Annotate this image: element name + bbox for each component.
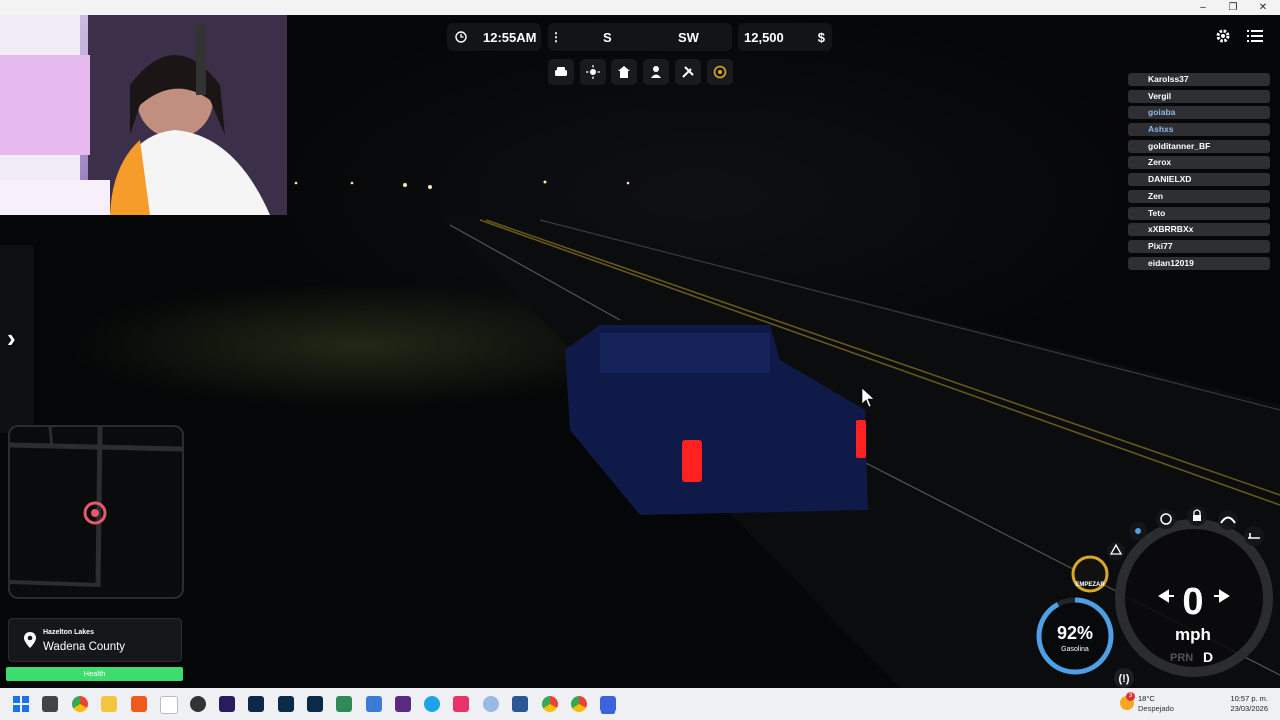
gauge-icon [1218,510,1238,530]
fuel-percent: 92% [1056,623,1094,643]
home-button[interactable] [611,59,637,85]
settings-circle-icon [713,65,727,79]
player-list-item[interactable]: DANIELXD [1128,173,1270,187]
time-display: 12:55AM [447,23,541,51]
player-list-item[interactable]: Zen [1128,189,1270,203]
engine-warning-icon: (!) [1114,668,1134,688]
location-area: Hazelton Lakes [43,629,94,636]
window-titlebar: – ❐ ✕ [0,0,1280,15]
windows-start-icon[interactable] [13,696,29,712]
vehicle-hud: (!) [1036,506,1273,688]
location-panel: Hazelton Lakes Wadena County [8,618,182,662]
app-icon[interactable] [424,696,440,712]
clock-icon [455,31,467,43]
chrome-icon[interactable] [571,696,587,712]
money-amount: 12,500 [744,29,784,45]
player-list-item[interactable]: xXBRRBXx [1128,223,1270,237]
health-bar: Health [6,667,183,681]
player-list-item[interactable]: goiaba [1128,106,1270,120]
svg-text:(!): (!) [1119,673,1130,685]
extra-button[interactable] [707,59,733,85]
close-button[interactable]: ✕ [1248,0,1278,15]
maximize-button[interactable]: ❐ [1218,0,1248,15]
time-text: 12:55AM [483,29,537,45]
lightroom-icon[interactable] [278,696,294,712]
compass-menu-icon: ⋮ [550,30,562,44]
compass-heading: S [603,29,612,45]
app-icon[interactable] [453,696,469,712]
file-explorer-icon[interactable] [101,696,117,712]
task-view-icon[interactable] [42,696,58,712]
side-panel: › [0,245,34,433]
weather-desc[interactable]: Despejado [1138,704,1174,713]
weather-badge: 3 [1126,692,1135,701]
headlight-icon [1129,522,1147,540]
minimap[interactable] [8,425,184,599]
taskbar: 3 18°C Despejado 10:57 p. m. 23/03/2026 [0,688,1280,720]
notepad-icon[interactable] [160,696,178,714]
photoshop-icon[interactable] [248,696,264,712]
clock-date[interactable]: 23/03/2026 [1230,704,1268,713]
player-list-item[interactable]: Vergil [1128,89,1270,103]
game-viewport[interactable]: 12:55AM ⋮ S SW 12,500 $ Karolss37 Vergil… [0,15,1280,688]
location-pin-icon [24,632,36,648]
character-button[interactable] [643,59,669,85]
player-marker-icon [83,501,107,525]
obs-icon[interactable] [190,696,206,712]
weather-temp[interactable]: 18°C [1138,694,1155,703]
weather-button[interactable] [580,59,606,85]
minimize-button[interactable]: – [1188,0,1218,15]
lock-icon [1187,506,1207,526]
compass-bar: ⋮ S SW [548,23,732,51]
gear-icon [1216,29,1230,43]
currency-icon: $ [817,29,825,45]
brave-icon[interactable] [131,696,147,712]
player-list: Karolss37 Vergil goiaba Ashxs golditanne… [1128,73,1270,273]
chevron-right-icon[interactable]: › [7,323,16,354]
speed-value: 0 [1182,581,1204,623]
sun-icon [586,65,600,79]
list-icon [1247,30,1263,42]
player-list-button[interactable] [1242,23,1268,49]
fuel-label: Gasolina [1061,646,1089,653]
app-icon[interactable] [395,696,411,712]
compass-next: SW [678,29,699,45]
location-county: Wadena County [43,641,126,653]
money-display: 12,500 $ [738,23,832,51]
webcam-overlay [0,15,287,215]
health-label: Health [83,669,106,678]
start-label[interactable]: EMPEZAR [1072,582,1108,588]
settings-button[interactable] [1210,23,1236,49]
roblox-icon[interactable] [600,696,616,712]
premiere-icon[interactable] [219,696,235,712]
hazard-icon [1107,542,1125,560]
app-icon[interactable] [336,696,352,712]
person-icon [651,66,661,78]
player-list-item[interactable]: Pixi77 [1128,239,1270,253]
cruise-icon [1156,509,1176,529]
player-list-item[interactable]: Ashxs [1128,123,1270,137]
app-icon[interactable] [366,696,382,712]
speed-unit: mph [1175,625,1211,644]
app-icon[interactable] [512,696,528,712]
chrome-icon[interactable] [72,696,88,712]
car-icon [555,67,567,76]
tools-icon [682,66,694,78]
car-menu-button[interactable] [548,59,574,85]
player-list-item[interactable]: Karolss37 [1128,73,1270,86]
chrome-icon[interactable] [542,696,558,712]
lightroom-classic-icon[interactable] [307,696,323,712]
player-list-item[interactable]: golditanner_BF [1128,139,1270,153]
tools-button[interactable] [675,59,701,85]
player-list-item[interactable]: eidan12019 [1128,256,1270,270]
clock-time[interactable]: 10:57 p. m. [1230,694,1268,703]
home-icon [618,66,630,78]
app-icon[interactable] [483,696,499,712]
seat-icon [1244,526,1264,546]
gear-indicator: D [1203,649,1214,665]
player-list-item[interactable]: Teto [1128,206,1270,220]
player-list-item[interactable]: Zerox [1128,156,1270,170]
gear-prefix: PRN [1170,652,1194,664]
